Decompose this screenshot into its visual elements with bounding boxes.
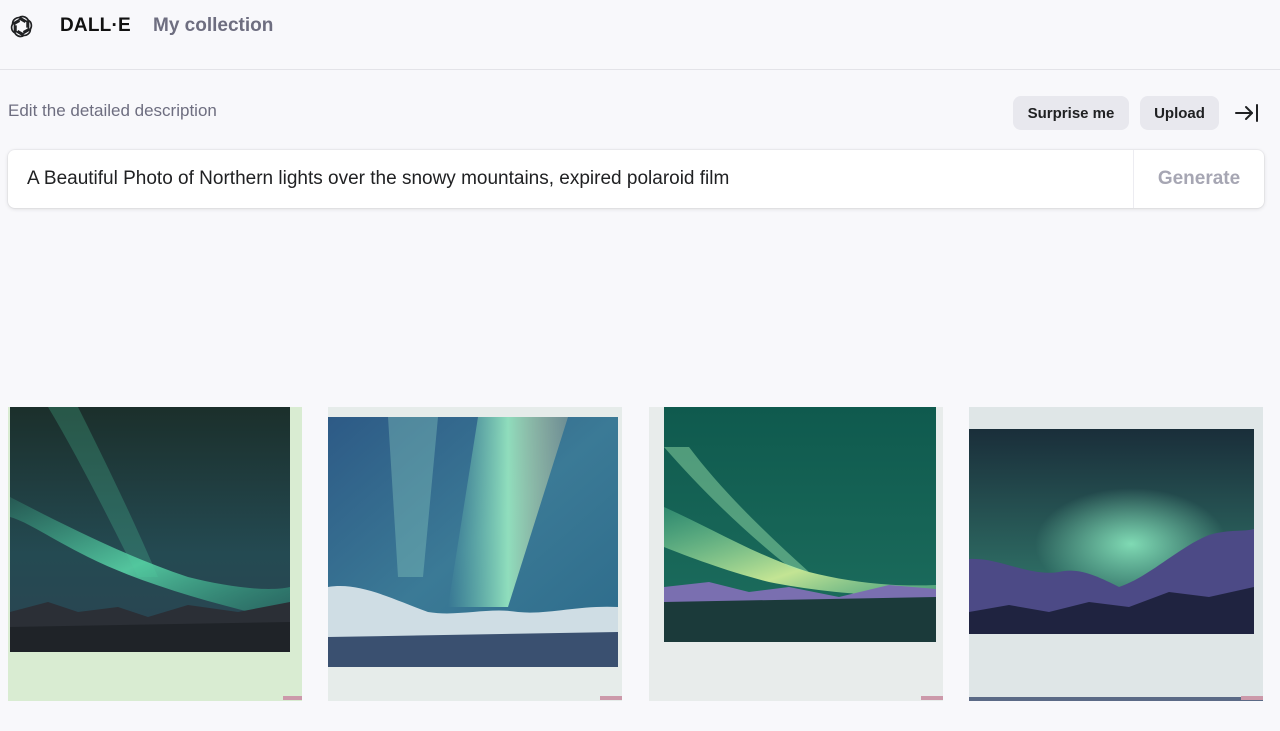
aurora-image-4 [969,407,1263,701]
prompt-bar: Generate [8,150,1264,208]
aurora-image-3 [649,407,943,701]
aurora-image-2 [328,407,622,701]
result-image[interactable] [649,407,943,701]
aurora-image-1 [8,407,302,701]
openai-logo-icon[interactable] [8,13,35,40]
result-image[interactable] [328,407,622,701]
nav-my-collection[interactable]: My collection [153,15,273,37]
prompt-hint: Edit the detailed description [8,101,217,120]
generate-button[interactable]: Generate [1134,150,1264,208]
brand-title[interactable]: DALL·E [60,15,131,37]
prompt-input[interactable] [8,150,1133,208]
top-bar: DALL·E My collection [0,0,1280,70]
arrow-right-to-bar-icon[interactable] [1234,102,1260,124]
upload-button[interactable]: Upload [1140,96,1219,130]
result-image[interactable] [969,407,1263,701]
result-image[interactable] [8,407,302,701]
surprise-me-button[interactable]: Surprise me [1013,96,1129,130]
